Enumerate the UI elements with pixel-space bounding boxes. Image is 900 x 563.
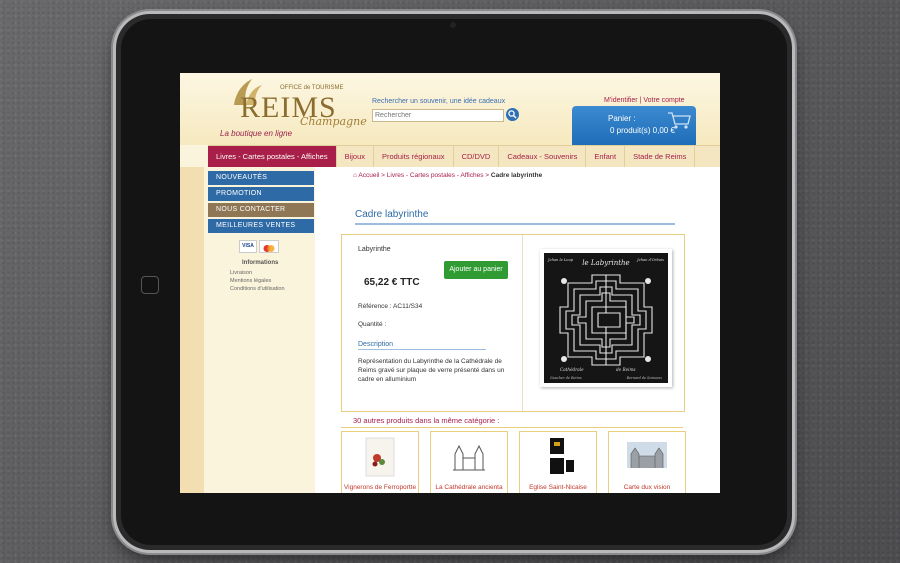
info-link-conditions[interactable]: Conditions d'utilisation xyxy=(230,285,285,293)
breadcrumb-category[interactable]: Livres - Cartes postales - Affiches xyxy=(387,172,484,179)
search-button[interactable] xyxy=(506,108,519,121)
image-bottom-left: Cathédrale xyxy=(560,367,584,372)
related-thumbnail xyxy=(451,440,487,474)
related-divider xyxy=(341,427,683,428)
add-to-cart-button[interactable]: Ajouter au panier xyxy=(444,261,508,279)
home-button[interactable] xyxy=(141,276,159,294)
breadcrumb-home[interactable]: Accueil xyxy=(358,172,379,179)
image-sub-right: Bernard de Soissons xyxy=(626,376,663,380)
breadcrumb-sep: > xyxy=(485,172,490,179)
search-input[interactable] xyxy=(372,109,504,122)
nav-cadeaux[interactable]: Cadeaux - Souvenirs xyxy=(499,146,587,168)
side-item-nouveautes[interactable]: Nouveautés xyxy=(208,171,314,185)
site-header: OFFICE de TOURISME REIMS Champagne La bo… xyxy=(180,73,720,145)
cart-icon xyxy=(668,112,691,129)
side-menu: Nouveautés Promotion Nous Contacter Meil… xyxy=(208,171,314,235)
product-divider xyxy=(522,235,523,411)
side-item-meilleures-ventes[interactable]: Meilleures Ventes xyxy=(208,219,314,233)
description-text: Représentation du Labyrinthe de la Cathé… xyxy=(358,358,505,383)
visa-icon: VISA xyxy=(239,240,257,253)
payment-logos: VISA xyxy=(239,240,279,253)
main-nav: Livres - Cartes postales - Affiches Bijo… xyxy=(208,145,720,169)
nav-cd-dvd[interactable]: CD/DVD xyxy=(454,146,500,168)
related-label: La Cathédrale ancienta xyxy=(435,484,503,491)
product-box: Labyrinthe 65,22 € TTC Ajouter au panier… xyxy=(341,234,685,412)
image-corner-right: Jehan d'Orbais xyxy=(636,258,664,262)
image-bottom-right: de Reims xyxy=(616,367,636,372)
nav-enfant[interactable]: Enfant xyxy=(586,146,626,168)
description-title: Description xyxy=(358,341,486,350)
product-name: Labyrinthe xyxy=(358,246,391,253)
product-price: 65,22 € TTC xyxy=(364,277,420,288)
side-item-contact[interactable]: Nous Contacter xyxy=(208,203,314,217)
related-products: Vignerons de Ferroportte La Cathédrale a… xyxy=(341,431,687,493)
logo-champagne: Champagne xyxy=(300,115,367,128)
product-reference: Référence : AC11/S34 xyxy=(358,303,423,310)
camera-icon xyxy=(450,22,456,28)
nav-bijoux[interactable]: Bijoux xyxy=(337,146,375,168)
related-label: Eglise Saint-Nicaise xyxy=(529,484,587,491)
mastercard-icon xyxy=(259,240,279,253)
breadcrumb-sep: > xyxy=(381,172,385,179)
page-title: Cadre labyrinthe xyxy=(355,209,675,225)
related-title: 30 autres produits dans la même catégori… xyxy=(353,416,500,425)
related-thumbnail xyxy=(627,442,667,468)
image-corner-left: Jehan le Loup xyxy=(547,258,574,262)
related-thumbnail xyxy=(365,437,395,477)
related-product-card[interactable]: Eglise Saint-Nicaise xyxy=(519,431,597,493)
search-label: Rechercher un souvenir, une idée cadeaux xyxy=(372,98,506,105)
side-item-promotion[interactable]: Promotion xyxy=(208,187,314,201)
info-link-mentions[interactable]: Mentions légales xyxy=(230,277,285,285)
product-quantity-label: Quantité : xyxy=(358,321,387,328)
search-icon xyxy=(508,110,517,119)
tablet-screen: OFFICE de TOURISME REIMS Champagne La bo… xyxy=(180,73,720,493)
tagline: La boutique en ligne xyxy=(220,129,293,138)
nav-stade[interactable]: Stade de Reims xyxy=(625,146,696,168)
info-title: Informations xyxy=(242,260,279,266)
related-label: Carte dux vision xyxy=(623,484,671,491)
breadcrumb-current: Cadre labyrinthe xyxy=(490,172,543,179)
nav-livres[interactable]: Livres - Cartes postales - Affiches xyxy=(208,146,337,168)
image-title: le Labyrinthe xyxy=(582,259,629,267)
cart-box[interactable]: Panier : 0 produit(s) 0,00 € xyxy=(572,106,696,145)
main-content: ⌂ Accueil > Livres - Cartes postales - A… xyxy=(315,167,720,493)
cart-title: Panier : xyxy=(608,114,636,123)
related-product-card[interactable]: Carte dux vision xyxy=(608,431,686,493)
related-product-card[interactable]: La Cathédrale ancienta xyxy=(430,431,508,493)
image-sub-left: Gaucher de Reims xyxy=(550,376,582,380)
nav-produits-regionaux[interactable]: Produits régionaux xyxy=(374,146,454,168)
product-image[interactable]: le Labyrinthe Jehan le Loup Jehan d'Orba… xyxy=(540,249,672,387)
breadcrumb: ⌂ Accueil > Livres - Cartes postales - A… xyxy=(353,172,542,179)
related-thumbnail xyxy=(550,438,574,474)
info-link-livraison[interactable]: Livraison xyxy=(230,269,285,277)
related-product-card[interactable]: Vignerons de Ferroportte xyxy=(341,431,419,493)
related-label: Vignerons de Ferroportte xyxy=(343,484,417,491)
info-links: Livraison Mentions légales Conditions d'… xyxy=(230,269,285,293)
account-links[interactable]: M'identifier | Votre compte xyxy=(604,97,685,104)
